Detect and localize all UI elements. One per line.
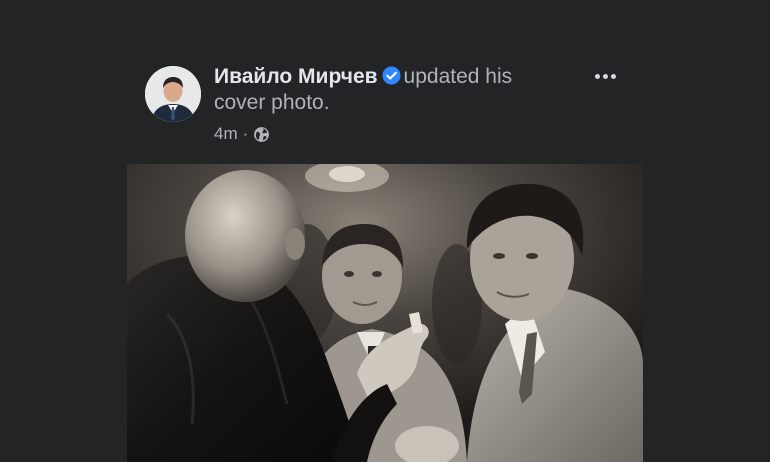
feed-post: Ивайло Мирчев updated his cover photo. 4… [0,0,770,462]
more-options-icon[interactable] [590,62,620,90]
post-action-line1: updated his [403,65,513,88]
more-dot [594,73,600,79]
verified-badge-icon [382,66,401,85]
post-timestamp[interactable]: 4m [214,124,238,144]
avatar-image [145,66,201,122]
globe-icon [254,126,270,142]
author-avatar[interactable] [145,66,201,122]
post-header: Ивайло Мирчев updated his cover photo. [214,64,574,116]
post-meta: 4m · [214,124,270,144]
more-dot [610,73,616,79]
cover-photo[interactable] [127,164,643,462]
post-action-line2: cover photo. [214,91,330,114]
cover-photo-image [127,164,643,462]
more-dot [602,73,608,79]
meta-separator: · [242,124,249,143]
author-name[interactable]: Ивайло Мирчев [214,65,378,88]
